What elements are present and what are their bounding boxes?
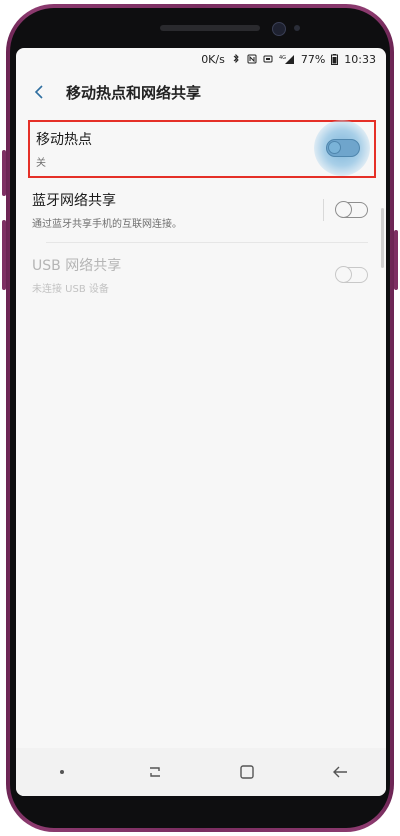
earpiece — [160, 25, 260, 31]
svg-text:4G: 4G — [279, 55, 286, 61]
home-icon — [240, 765, 254, 779]
bluetooth-tethering-toggle[interactable] — [335, 201, 368, 218]
mobile-hotspot-toggle[interactable] — [326, 139, 360, 157]
list-item-usb-tethering: USB 网络共享 未连接 USB 设备 — [32, 243, 368, 307]
back-button[interactable] — [28, 80, 52, 104]
screen: 0K/s 4G 77% 10:33 移动热点和网络共享 移动热点 关 蓝牙网络共… — [16, 48, 386, 796]
signal-icon: 4G — [279, 54, 295, 64]
page-title: 移动热点和网络共享 — [66, 83, 202, 102]
list-item-mobile-hotspot[interactable]: 移动热点 关 — [28, 120, 376, 178]
bixby-button — [2, 220, 6, 290]
volume-button — [2, 150, 6, 196]
phone-device: 0K/s 4G 77% 10:33 移动热点和网络共享 移动热点 关 蓝牙网络共… — [0, 0, 400, 836]
nfc-icon — [247, 54, 257, 64]
front-camera — [272, 22, 286, 36]
battery-percent: 77% — [300, 52, 326, 66]
item-subtext: 通过蓝牙共享手机的互联网连接。 — [32, 219, 182, 230]
usb-tethering-toggle — [335, 266, 368, 283]
divider — [323, 199, 324, 221]
app-header: 移动热点和网络共享 — [16, 70, 386, 114]
dot-icon — [60, 770, 65, 774]
chevron-left-icon — [34, 85, 43, 99]
battery-icon — [331, 53, 339, 65]
list-item-bluetooth-tethering[interactable]: 蓝牙网络共享 通过蓝牙共享手机的互联网连接。 — [32, 178, 368, 242]
item-label: USB 网络共享 — [32, 258, 122, 274]
back-arrow-icon — [332, 766, 347, 778]
scrollbar[interactable] — [381, 208, 384, 268]
item-subtext: 未连接 USB 设备 — [32, 284, 109, 295]
back-nav-button[interactable] — [320, 756, 360, 788]
toggle-knob — [335, 201, 352, 218]
hotspot-status-icon — [263, 54, 273, 64]
home-button[interactable] — [227, 756, 267, 788]
network-speed: 0K/s — [201, 52, 225, 66]
proximity-sensor — [294, 25, 300, 31]
toggle-knob — [335, 266, 352, 283]
recent-apps-button[interactable] — [135, 756, 175, 788]
power-button — [394, 230, 398, 290]
item-label: 蓝牙网络共享 — [32, 193, 116, 209]
bluetooth-icon — [231, 54, 241, 64]
recent-apps-icon — [149, 767, 160, 777]
toggle-knob — [328, 141, 341, 154]
status-bar: 0K/s 4G 77% 10:33 — [16, 48, 386, 70]
clock: 10:33 — [344, 52, 376, 66]
navigation-bar — [16, 748, 386, 796]
nav-dot-button[interactable] — [42, 756, 82, 788]
